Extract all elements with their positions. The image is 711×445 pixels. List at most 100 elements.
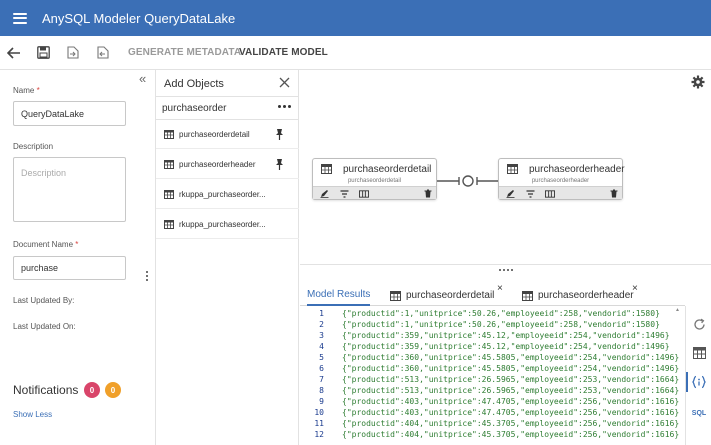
add-objects-title: Add Objects <box>164 78 224 90</box>
object-item[interactable]: rkuppa_purchaseorder... <box>156 210 299 239</box>
code-line: 6 {"productid":360,"unitprice":45.5805,"e… <box>300 364 685 375</box>
refresh-icon[interactable] <box>691 316 707 332</box>
export-icon[interactable] <box>63 43 83 63</box>
last-updated-by-label: Last Updated By: <box>13 296 75 305</box>
table-icon <box>164 220 174 232</box>
add-objects-header: Add Objects <box>156 70 299 97</box>
json-icon[interactable] <box>691 374 707 390</box>
code-line: 12 {"productid":404,"unitprice":45.3705,"… <box>300 430 685 441</box>
more-icon[interactable] <box>278 105 291 108</box>
error-count-badge[interactable]: 0 <box>84 382 100 398</box>
table-icon <box>390 290 401 301</box>
filter-icon[interactable] <box>525 189 535 198</box>
object-item-label: purchaseorderdetail <box>179 130 250 139</box>
table-icon <box>164 160 174 172</box>
table-icon <box>522 290 533 301</box>
code-line: 10 {"productid":403,"unitprice":47.4705,"… <box>300 408 685 419</box>
tab-purchaseorderdetail[interactable]: purchaseorderdetail × <box>390 283 503 306</box>
notifications-label: Notifications <box>13 383 79 397</box>
name-field[interactable]: QueryDataLake <box>13 101 126 126</box>
table-node-purchaseorderdetail[interactable]: purchaseorderdetail purchaseorderdetail <box>312 158 437 200</box>
close-icon[interactable] <box>279 76 290 91</box>
pin-icon[interactable] <box>274 158 285 173</box>
tab-label: purchaseorderheader <box>538 290 634 301</box>
code-line: 1 {"productid":1,"unitprice":50.26,"emplo… <box>300 309 685 320</box>
line-number: 1 <box>319 309 324 318</box>
line-number: 8 <box>319 386 324 395</box>
filter-icon[interactable] <box>339 189 349 198</box>
close-tab-icon[interactable]: × <box>632 283 638 294</box>
object-search-input[interactable] <box>162 101 272 116</box>
app-title: AnySQL Modeler QueryDataLake <box>42 10 236 26</box>
sql-view-button[interactable]: SQL <box>691 405 707 421</box>
panel-splitter-handle[interactable] <box>300 264 711 274</box>
results-tabs: Model Results purchaseorderdetail × purc… <box>300 283 685 306</box>
table-node-purchaseorderheader[interactable]: purchaseorderheader purchaseorderheader <box>498 158 625 200</box>
tab-purchaseorderheader[interactable]: purchaseorderheader × <box>522 283 638 306</box>
code-line: 8 {"productid":513,"unitprice":26.5965,"e… <box>300 386 685 397</box>
object-item[interactable]: purchaseorderdetail <box>156 120 299 149</box>
code-line: 2 {"productid":1,"unitprice":50.26,"emplo… <box>300 320 685 331</box>
name-label: Name * <box>13 86 40 95</box>
description-field[interactable]: Description <box>13 157 126 222</box>
document-name-field[interactable]: purchase <box>13 256 126 280</box>
node-title: purchaseorderdetail <box>343 164 432 175</box>
model-canvas[interactable]: purchaseorderdetail purchaseorderdetail … <box>300 70 711 264</box>
results-code-view[interactable]: 1 {"productid":1,"unitprice":50.26,"emplo… <box>300 306 685 445</box>
pin-icon[interactable] <box>274 128 285 143</box>
results-view-sidebar: SQL <box>685 306 711 445</box>
object-item[interactable]: purchaseorderheader <box>156 150 299 179</box>
object-item-label: rkuppa_purchaseorder... <box>179 190 266 199</box>
table-icon <box>164 190 174 202</box>
code-text: {"productid":359,"unitprice":45.12,"empl… <box>342 331 670 340</box>
tab-model-results[interactable]: Model Results <box>307 285 371 306</box>
line-number: 10 <box>314 408 324 417</box>
link-connector-icon[interactable] <box>437 174 499 188</box>
line-number: 3 <box>319 331 324 340</box>
node-subtitle: purchaseorderdetail <box>347 178 402 184</box>
line-number: 7 <box>319 375 324 384</box>
close-tab-icon[interactable]: × <box>497 283 503 294</box>
line-number: 5 <box>319 353 324 362</box>
edit-icon[interactable] <box>319 189 329 198</box>
back-arrow-icon[interactable] <box>4 43 24 63</box>
tab-label: purchaseorderdetail <box>406 290 495 301</box>
code-line: 5 {"productid":360,"unitprice":45.5805,"e… <box>300 353 685 364</box>
line-number: 6 <box>319 364 324 373</box>
columns-icon[interactable] <box>545 189 555 198</box>
show-less-link[interactable]: Show Less <box>13 410 52 419</box>
document-more-icon[interactable] <box>146 271 148 281</box>
code-line: 3 {"productid":359,"unitprice":45.12,"emp… <box>300 331 685 342</box>
object-item[interactable]: rkuppa_purchaseorder... <box>156 180 299 209</box>
edit-icon[interactable] <box>505 189 515 198</box>
code-line: 11 {"productid":404,"unitprice":45.3705,"… <box>300 419 685 430</box>
table-icon <box>321 164 332 177</box>
line-number: 2 <box>319 320 324 329</box>
save-icon[interactable] <box>33 43 53 63</box>
code-text: {"productid":360,"unitprice":45.5805,"em… <box>342 364 680 373</box>
validate-model-button[interactable]: VALIDATE MODEL <box>239 47 328 58</box>
scroll-up-arrow-icon[interactable]: ▲ <box>675 307 680 313</box>
add-objects-panel: Add Objects purchaseorderdetail purchase… <box>156 70 299 445</box>
warning-count-badge[interactable]: 0 <box>105 382 121 398</box>
grid-icon[interactable] <box>691 345 707 361</box>
trash-icon[interactable] <box>423 189 433 198</box>
code-line: 9 {"productid":403,"unitprice":47.4705,"e… <box>300 397 685 408</box>
object-search <box>156 97 299 120</box>
columns-icon[interactable] <box>359 189 369 198</box>
code-text: {"productid":404,"unitprice":45.3705,"em… <box>342 419 680 428</box>
trash-icon[interactable] <box>609 189 619 198</box>
node-action-bar <box>313 186 436 199</box>
line-number: 9 <box>319 397 324 406</box>
settings-gear-icon[interactable] <box>691 75 705 92</box>
line-number: 12 <box>314 430 324 439</box>
properties-panel: « Name * QueryDataLake Description Descr… <box>0 70 156 445</box>
code-text: {"productid":513,"unitprice":26.5965,"em… <box>342 375 680 384</box>
import-icon[interactable] <box>93 43 113 63</box>
hamburger-icon[interactable] <box>13 12 27 24</box>
app-header: AnySQL Modeler QueryDataLake <box>0 0 711 36</box>
sql-label: SQL <box>691 409 707 417</box>
collapse-chevrons-icon[interactable]: « <box>139 71 146 86</box>
code-text: {"productid":403,"unitprice":47.4705,"em… <box>342 397 680 406</box>
generate-metadata-button[interactable]: GENERATE METADATA <box>128 47 241 58</box>
